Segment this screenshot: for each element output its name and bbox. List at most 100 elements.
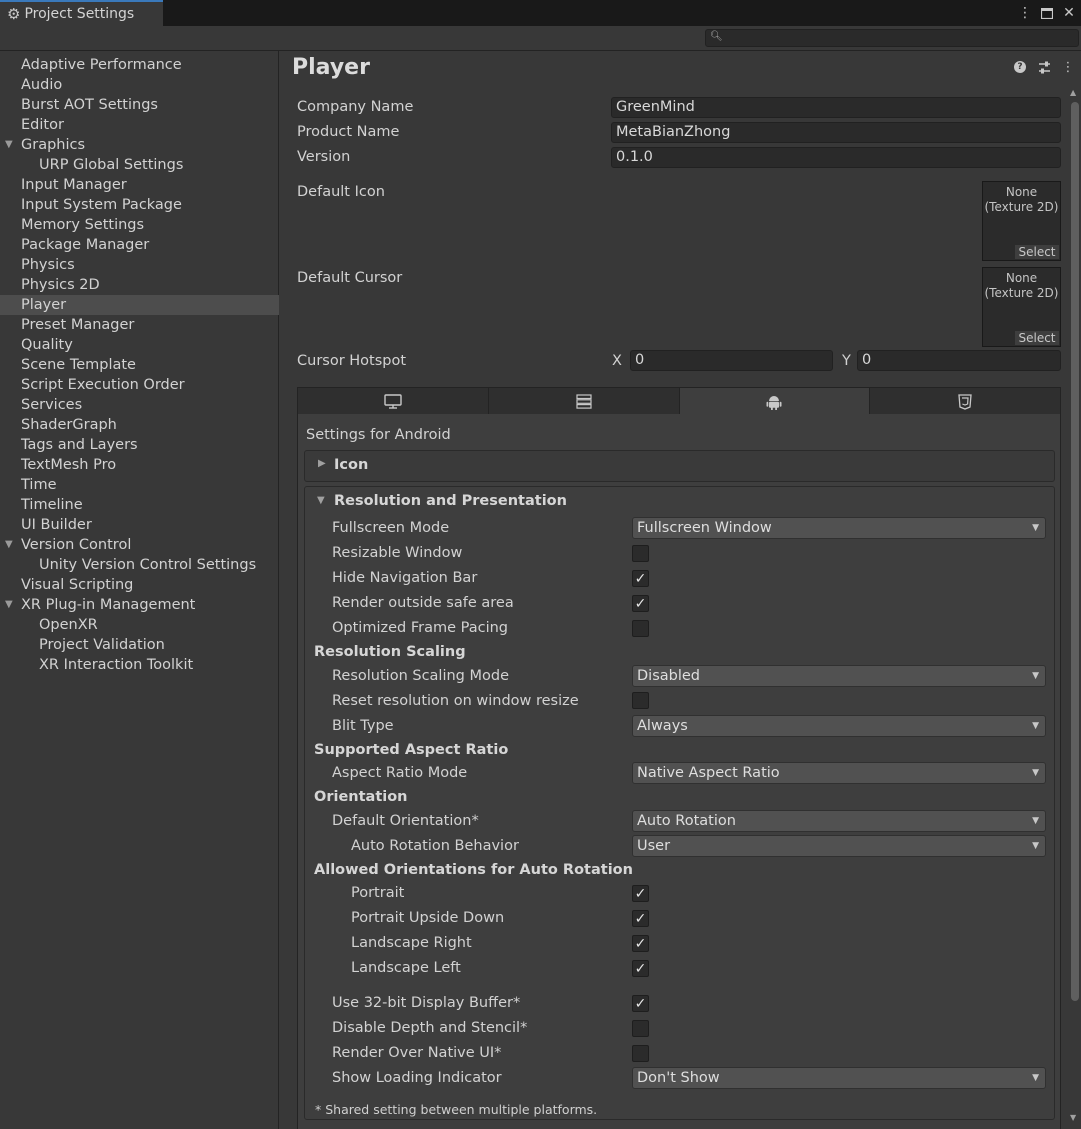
sidebar-item[interactable]: Script Execution Order — [0, 375, 279, 395]
texture-none-text: None — [1005, 185, 1038, 199]
render-over-native-ui-checkbox[interactable] — [632, 1045, 649, 1062]
sidebar-item[interactable]: Timeline — [0, 495, 279, 515]
kebab-menu-icon[interactable]: ⋮ — [1017, 3, 1033, 23]
tab-standalone[interactable] — [298, 388, 489, 415]
sidebar-item[interactable]: UI Builder — [0, 515, 279, 535]
checkmark-icon: ✓ — [634, 995, 647, 1012]
checkmark-icon: ✓ — [634, 595, 647, 612]
sidebar-item[interactable]: Adaptive Performance — [0, 55, 279, 75]
sidebar-item[interactable]: XR Interaction Toolkit — [0, 655, 279, 675]
company-name-field[interactable]: GreenMind — [611, 97, 1061, 118]
hotspot-y-field[interactable]: 0 — [857, 350, 1061, 371]
display-buffer-label: Use 32-bit Display Buffer* — [332, 995, 521, 1011]
resizable-window-checkbox[interactable] — [632, 545, 649, 562]
sidebar-item[interactable]: URP Global Settings — [0, 155, 279, 175]
sidebar-item-label: Script Execution Order — [21, 377, 185, 393]
sidebar-item[interactable]: ▼ Version Control — [0, 535, 279, 555]
project-settings-tab[interactable]: ⚙ Project Settings — [0, 0, 163, 26]
sidebar-item[interactable]: Player — [0, 295, 279, 315]
sidebar-item[interactable]: Time — [0, 475, 279, 495]
sidebar-item[interactable]: Burst AOT Settings — [0, 95, 279, 115]
orientation-header: Orientation — [314, 789, 408, 805]
sidebar-item[interactable]: Physics — [0, 255, 279, 275]
html5-icon — [958, 393, 972, 410]
portrait-checkbox[interactable]: ✓ — [632, 885, 649, 902]
select-texture-button[interactable]: Select — [1015, 331, 1059, 345]
maximize-icon[interactable] — [1039, 3, 1055, 23]
default-orientation-dropdown[interactable]: Auto Rotation ▼ — [632, 810, 1046, 832]
expanded-triangle-icon[interactable]: ▼ — [317, 495, 325, 506]
sidebar-item[interactable]: OpenXR — [0, 615, 279, 635]
sidebar-item[interactable]: ShaderGraph — [0, 415, 279, 435]
vertical-scrollbar[interactable]: ▲ ▼ — [1069, 88, 1081, 1129]
optimized-frame-pacing-checkbox[interactable] — [632, 620, 649, 637]
resolution-section-title[interactable]: Resolution and Presentation — [334, 493, 567, 509]
fullscreen-mode-dropdown[interactable]: Fullscreen Window ▼ — [632, 517, 1046, 539]
kebab-menu-icon[interactable]: ⋮ — [1061, 59, 1075, 75]
search-toolbar: 🔍︎ — [0, 26, 1081, 51]
display-buffer-checkbox[interactable]: ✓ — [632, 995, 649, 1012]
sidebar-item[interactable]: Tags and Layers — [0, 435, 279, 455]
dropdown-arrow-icon: ▼ — [1032, 1073, 1039, 1083]
sidebar-item[interactable]: Input Manager — [0, 175, 279, 195]
sidebar-item[interactable]: Unity Version Control Settings — [0, 555, 279, 575]
show-loading-indicator-dropdown[interactable]: Don't Show ▼ — [632, 1067, 1046, 1089]
search-input[interactable]: 🔍︎ — [705, 29, 1079, 47]
render-outside-safe-area-label: Render outside safe area — [332, 595, 514, 611]
product-name-field[interactable]: MetaBianZhong — [611, 122, 1061, 143]
default-icon-texture-slot[interactable]: None (Texture 2D) Select — [982, 181, 1061, 261]
sidebar-item[interactable]: ▼ XR Plug-in Management — [0, 595, 279, 615]
select-texture-button[interactable]: Select — [1015, 245, 1059, 259]
sidebar-item[interactable]: ▼ Graphics — [0, 135, 279, 155]
hide-navigation-bar-checkbox[interactable]: ✓ — [632, 570, 649, 587]
help-icon[interactable]: ? — [1013, 59, 1027, 75]
page-title: Player — [292, 55, 370, 80]
landscape-left-checkbox[interactable]: ✓ — [632, 960, 649, 977]
expand-triangle-icon[interactable]: ▼ — [5, 535, 13, 555]
blit-type-dropdown[interactable]: Always ▼ — [632, 715, 1046, 737]
sidebar-item[interactable]: Physics 2D — [0, 275, 279, 295]
scroll-down-arrow-icon[interactable]: ▼ — [1070, 1113, 1076, 1122]
allowed-orientations-header: Allowed Orientations for Auto Rotation — [314, 862, 633, 878]
icon-foldout[interactable] — [304, 450, 1055, 482]
reset-resolution-checkbox[interactable] — [632, 692, 649, 709]
portrait-upside-down-checkbox[interactable]: ✓ — [632, 910, 649, 927]
scrollbar-thumb[interactable] — [1071, 102, 1079, 1001]
hotspot-x-field[interactable]: 0 — [630, 350, 833, 371]
version-field[interactable]: 0.1.0 — [611, 147, 1061, 168]
show-loading-indicator-label: Show Loading Indicator — [332, 1070, 502, 1086]
sidebar-item[interactable]: Memory Settings — [0, 215, 279, 235]
aspect-ratio-mode-dropdown[interactable]: Native Aspect Ratio ▼ — [632, 762, 1046, 784]
sidebar-item[interactable]: Services — [0, 395, 279, 415]
landscape-right-checkbox[interactable]: ✓ — [632, 935, 649, 952]
sidebar-item[interactable]: Package Manager — [0, 235, 279, 255]
tab-android[interactable] — [679, 388, 871, 415]
sidebar-item[interactable]: Preset Manager — [0, 315, 279, 335]
render-outside-safe-area-checkbox[interactable]: ✓ — [632, 595, 649, 612]
disable-depth-stencil-checkbox[interactable] — [632, 1020, 649, 1037]
sidebar-item[interactable]: Editor — [0, 115, 279, 135]
expand-triangle-icon[interactable]: ▼ — [5, 595, 13, 615]
sidebar-item[interactable]: Quality — [0, 335, 279, 355]
resolution-scaling-mode-dropdown[interactable]: Disabled ▼ — [632, 665, 1046, 687]
sidebar-item[interactable]: TextMesh Pro — [0, 455, 279, 475]
sidebar-item[interactable]: Scene Template — [0, 355, 279, 375]
texture-type-text: (Texture 2D) — [984, 200, 1059, 214]
preset-icon[interactable] — [1037, 59, 1051, 75]
sidebar-item[interactable]: Visual Scripting — [0, 575, 279, 595]
tab-webgl[interactable] — [870, 388, 1060, 415]
sidebar-item[interactable]: Audio — [0, 75, 279, 95]
sidebar-item-label: Timeline — [21, 497, 83, 513]
tab-server[interactable] — [488, 388, 680, 415]
default-cursor-texture-slot[interactable]: None (Texture 2D) Select — [982, 267, 1061, 347]
auto-rotation-behavior-dropdown[interactable]: User ▼ — [632, 835, 1046, 857]
sidebar-item-label: Version Control — [21, 537, 132, 553]
monitor-icon — [384, 394, 402, 409]
sidebar-item[interactable]: Input System Package — [0, 195, 279, 215]
scroll-up-arrow-icon[interactable]: ▲ — [1070, 88, 1076, 97]
window-tab-bar: ⚙ Project Settings ⋮ ✕ — [0, 0, 1081, 26]
close-icon[interactable]: ✕ — [1061, 3, 1077, 23]
expand-triangle-icon[interactable]: ▼ — [5, 135, 13, 155]
sidebar-item[interactable]: Project Validation — [0, 635, 279, 655]
resizable-window-label: Resizable Window — [332, 545, 463, 561]
